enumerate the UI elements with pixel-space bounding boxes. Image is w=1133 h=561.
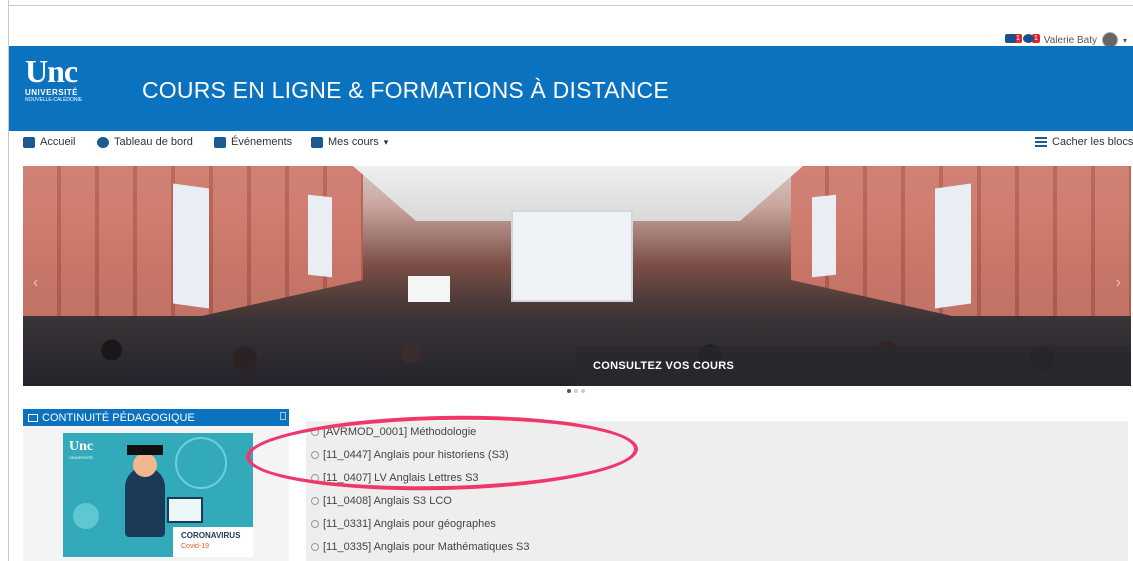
course-title: [11_0447] Anglais pour historiens (S3) (323, 449, 509, 461)
hero-carousel[interactable]: ‹ › CONSULTEZ VOS COURS (23, 166, 1131, 386)
course-title: [AVRMOD_0001] Méthodologie (323, 426, 477, 438)
covid-label-subtitle: Covid-19 (181, 543, 210, 550)
covid-label: CORONAVIRUS Covid-19 (173, 527, 253, 557)
hide-blocks-button[interactable]: Cacher les blocs (1035, 136, 1133, 148)
gear-icon (73, 503, 99, 529)
home-icon (23, 136, 35, 148)
course-icon (311, 451, 319, 459)
logo-mark: Unc (25, 53, 78, 89)
nav-item-evenements[interactable]: Événements (214, 136, 292, 148)
nav-item-accueil[interactable]: Accueil (23, 136, 75, 148)
nav-item-label: Événements (231, 136, 293, 148)
banner-logo-text: UNIVERSITÉ (69, 455, 94, 460)
course-item-11-0335[interactable]: [11_0335] Anglais pour Mathématiques S3 (311, 541, 530, 553)
graduation-cap-icon (127, 445, 163, 455)
block-title: CONTINUITÉ PÉDAGOGIQUE (42, 411, 195, 424)
graduate-head (133, 453, 157, 477)
course-item-11-0407[interactable]: [11_0407] LV Anglais Lettres S3 (311, 472, 479, 484)
bell-icon (1005, 34, 1016, 43)
carousel-dot-3[interactable] (581, 389, 585, 393)
photo-whiteboard (408, 276, 450, 302)
nav-item-label: Mes cours (328, 136, 379, 148)
course-icon (311, 543, 319, 551)
nav-item-label: Accueil (40, 136, 76, 148)
calendar-icon (214, 136, 226, 148)
course-icon (311, 428, 319, 436)
carousel-caption-text: CONSULTEZ VOS COURS (593, 360, 735, 372)
collapse-block-icon[interactable] (280, 412, 286, 420)
hide-blocks-label: Cacher les blocs (1052, 136, 1133, 148)
nav-item-label: Tableau de bord (114, 136, 193, 148)
course-item-11-0408[interactable]: [11_0408] Anglais S3 LCO (311, 495, 452, 507)
photo-window (935, 183, 971, 309)
block-header: CONTINUITÉ PÉDAGOGIQUE (23, 409, 289, 426)
atom-icon (175, 437, 227, 489)
nav-item-mes-cours[interactable]: Mes cours ▾ (311, 136, 388, 148)
covid-label-title: CORONAVIRUS (181, 531, 241, 540)
photo-window (812, 194, 836, 278)
chevron-down-icon: ▾ (1122, 35, 1127, 45)
main-navigation: Accueil Tableau de bord Événements Mes c… (9, 131, 1133, 155)
site-header: Unc UNIVERSITÉ NOUVELLE-CALÉDONIE COURS … (9, 46, 1133, 131)
messages-button[interactable]: 1 (1023, 34, 1040, 43)
site-title: COURS EN LIGNE & FORMATIONS À DISTANCE (142, 77, 669, 103)
computer-icon (167, 497, 203, 523)
carousel-dot-1[interactable] (567, 389, 571, 393)
photo-window (173, 183, 209, 309)
covid-banner-image[interactable]: Unc UNIVERSITÉ CORONAVIRUS Covid-19 (63, 433, 253, 557)
dashboard-icon (97, 136, 109, 148)
top-utility-bar: 1 1 Valerie Baty ▾ (9, 6, 1133, 48)
course-title: [11_0407] LV Anglais Lettres S3 (323, 472, 479, 484)
photo-window (308, 194, 332, 278)
course-title: [11_0331] Anglais pour géographes (323, 518, 496, 530)
nav-item-tableau-de-bord[interactable]: Tableau de bord (97, 136, 193, 148)
course-icon (311, 474, 319, 482)
carousel-caption[interactable]: CONSULTEZ VOS COURS (576, 346, 1131, 386)
banner-logo-mark: Unc (69, 439, 94, 454)
continuity-block: CONTINUITÉ PÉDAGOGIQUE Unc UNIVERSITÉ CO… (23, 409, 289, 561)
chevron-down-icon: ▾ (383, 136, 389, 147)
briefcase-icon (311, 136, 323, 148)
course-item-11-0331[interactable]: [11_0331] Anglais pour géographes (311, 518, 496, 530)
course-icon (311, 520, 319, 528)
notifications-button[interactable]: 1 (1005, 34, 1022, 43)
course-icon (311, 497, 319, 505)
list-icon (1035, 136, 1047, 148)
logo-region-text: NOUVELLE-CALÉDONIE (25, 97, 83, 103)
chat-bubble-icon (1023, 34, 1034, 43)
carousel-next-icon[interactable]: › (1116, 274, 1121, 292)
course-item-11-0447[interactable]: [11_0447] Anglais pour historiens (S3) (311, 449, 509, 461)
carousel-prev-icon[interactable]: ‹ (33, 274, 38, 292)
logo-university-text: UNIVERSITÉ (25, 88, 79, 97)
photo-projection-screen (511, 210, 633, 302)
graduate-illustration (125, 467, 165, 537)
course-item-avrmod-0001[interactable]: [AVRMOD_0001] Méthodologie (311, 426, 476, 438)
carousel-dot-2[interactable] (574, 389, 578, 393)
course-title: [11_0408] Anglais S3 LCO (323, 495, 452, 507)
course-list: [AVRMOD_0001] Méthodologie [11_0447] Ang… (306, 421, 1128, 561)
block-list-icon (28, 413, 38, 422)
course-title: [11_0335] Anglais pour Mathématiques S3 (323, 541, 530, 553)
university-logo[interactable]: Unc UNIVERSITÉ NOUVELLE-CALÉDONIE (25, 54, 97, 122)
carousel-indicators (567, 389, 585, 393)
user-name: Valerie Baty (1043, 34, 1097, 46)
